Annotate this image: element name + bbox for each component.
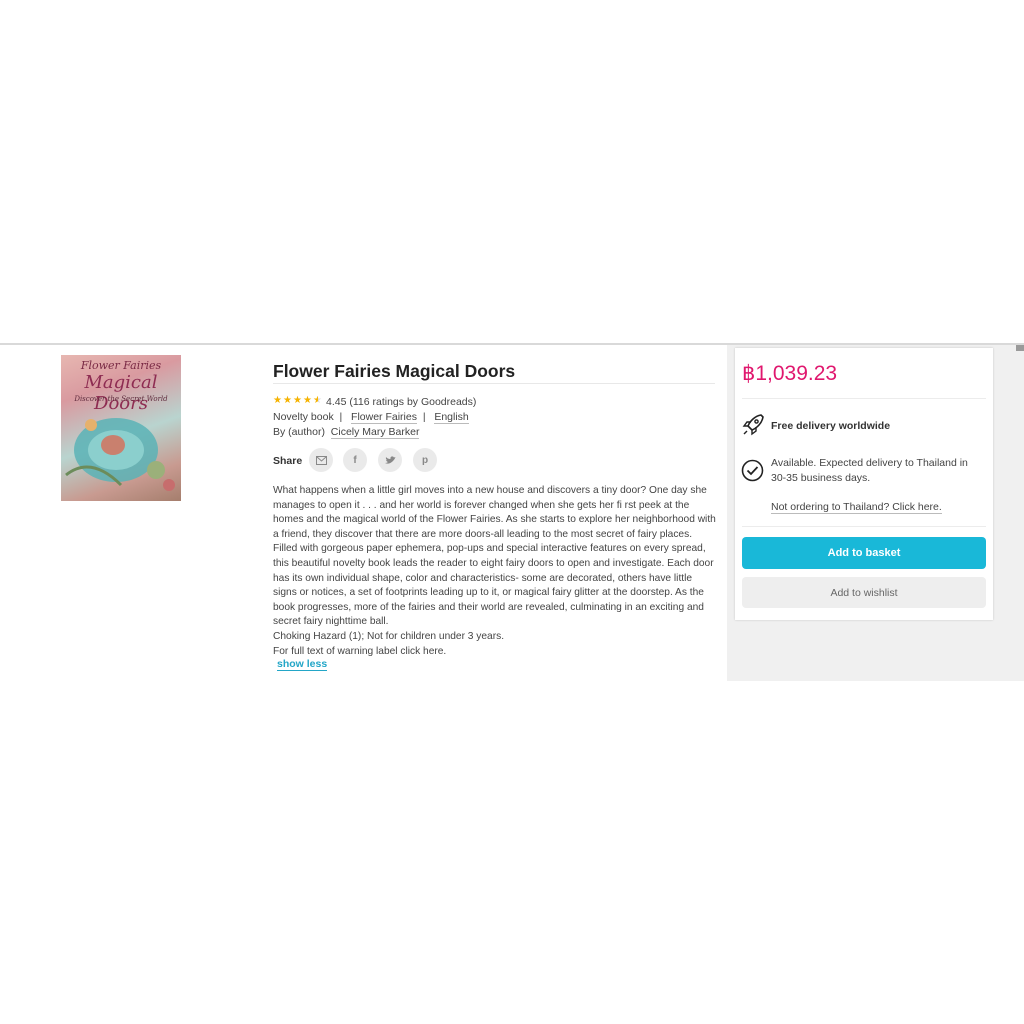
meta-separator: | — [422, 411, 426, 423]
price: ฿1,039.23 — [742, 362, 838, 385]
product-meta: Novelty book | Flower Fairies | English — [273, 411, 469, 424]
change-country-link[interactable]: Not ordering to Thailand? Click here. — [771, 501, 942, 514]
price-divider — [742, 398, 986, 399]
twitter-share-button[interactable] — [378, 448, 402, 472]
pinterest-share-button[interactable]: p — [413, 448, 437, 472]
availability-text: Available. Expected delivery to Thailand… — [771, 457, 968, 484]
not-ordering-line[interactable]: Not ordering to Thailand? Click here. — [771, 501, 942, 514]
star-icon: ★ — [303, 395, 312, 406]
add-to-wishlist-button[interactable]: Add to wishlist — [742, 577, 986, 608]
availability-divider — [742, 526, 986, 527]
star-icon: ★ — [293, 395, 302, 406]
free-delivery-text: Free delivery worldwide — [771, 420, 891, 432]
cover-title-text: Magical Doors — [84, 372, 158, 414]
author-line: By (author) Cicely Mary Barker — [273, 426, 420, 439]
warning-label-link[interactable]: For full text of warning label click her… — [273, 645, 718, 660]
meta-separator: | — [339, 411, 343, 423]
share-label: Share — [273, 455, 303, 467]
rating-stars: ★ ★ ★ ★ ★ — [273, 396, 323, 408]
rating-text: 4.45 (116 ratings by Goodreads) — [326, 396, 477, 408]
product-title: Flower Fairies Magical Doors — [273, 361, 516, 381]
series-link[interactable]: Flower Fairies — [351, 411, 417, 424]
product-description: What happens when a little girl moves in… — [273, 484, 718, 659]
star-icon: ★ — [273, 395, 282, 406]
format-text: Novelty book — [273, 411, 334, 423]
description-body: What happens when a little girl moves in… — [273, 485, 716, 628]
cover-series-text: Flower Fairies — [80, 359, 162, 372]
star-icon: ★ — [283, 395, 292, 406]
cover-subtitle-text: Discover the Secret World — [74, 395, 168, 403]
check-circle-icon — [741, 459, 764, 482]
facebook-icon: f — [353, 454, 357, 466]
book-cover-image[interactable]: Flower Fairies Magical Doors Discover th… — [61, 355, 181, 501]
half-star-icon: ★ — [313, 395, 322, 406]
facebook-share-button[interactable]: f — [343, 448, 367, 472]
title-divider — [273, 383, 715, 384]
pinterest-icon: p — [421, 454, 429, 466]
show-less-link[interactable]: show less — [277, 658, 328, 671]
author-link[interactable]: Cicely Mary Barker — [330, 426, 420, 439]
twitter-icon — [384, 455, 395, 464]
language-link[interactable]: English — [434, 411, 469, 424]
scrollbar-thumb[interactable] — [1016, 345, 1024, 351]
author-role: By (author) — [273, 426, 325, 438]
email-share-button[interactable] — [309, 448, 333, 472]
rocket-icon — [742, 414, 764, 436]
email-icon — [315, 455, 327, 465]
add-to-basket-button[interactable]: Add to basket — [742, 537, 986, 569]
warning-text: Choking Hazard (1); Not for children und… — [273, 630, 505, 642]
